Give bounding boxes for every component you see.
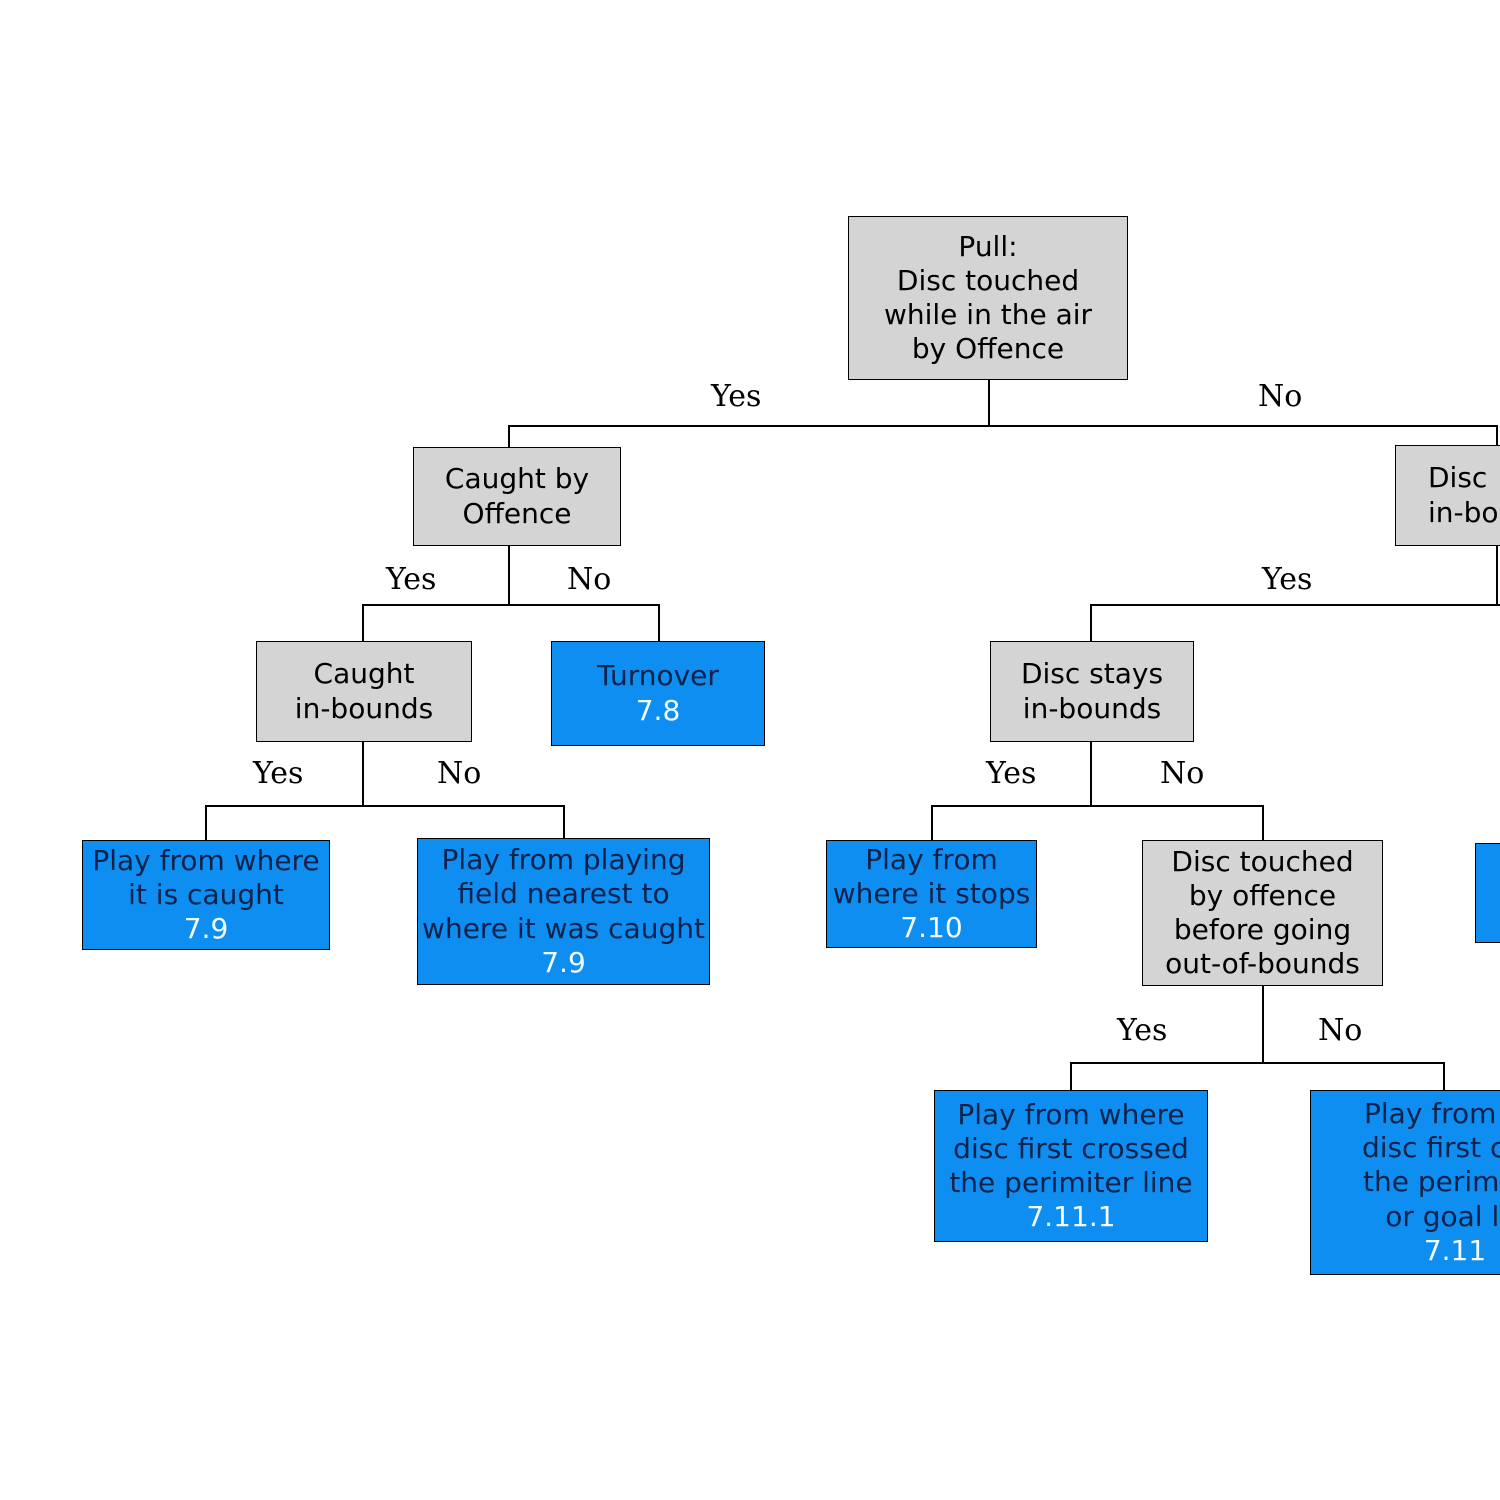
node-play-where-stops[interactable]: Play from where it stops 7.10 <box>826 840 1037 948</box>
node-play-where-caught-line-2: it is caught <box>128 877 284 911</box>
node-play-where-stops-rule: 7.10 <box>900 911 963 945</box>
node-root-line-3: while in the air <box>883 298 1093 331</box>
connector-caught-inbounds-bus <box>205 805 565 807</box>
node-caught-by-offence[interactable]: Caught by Offence <box>413 447 621 546</box>
connector-to-turnover <box>658 604 660 642</box>
node-caught-inbounds-line-2: in-bounds <box>294 691 434 725</box>
connector-to-play-where-caught <box>205 805 207 841</box>
node-play-crossed-perimeter-rule: 7.11.1 <box>1026 1200 1116 1234</box>
node-caught-by-offence-line-1: Caught by <box>444 462 590 496</box>
node-disc-touched-before-oob-line-1: Disc touched <box>1171 844 1354 878</box>
node-play-crossed-perimeter-or-goal-rule: 7.11 <box>1423 1233 1487 1267</box>
node-disc-touched-before-oob-line-3: before going <box>1173 913 1352 946</box>
connector-disc-stays-stem <box>1090 742 1092 805</box>
connector-disc-lands-stem <box>1496 546 1498 604</box>
connector-to-disc-stays-inbounds <box>1090 604 1092 642</box>
connector-touched-before-oob-stem <box>1262 986 1264 1062</box>
edge-label-disc-lands-yes: Yes <box>1262 562 1313 597</box>
edge-label-touched-before-oob-yes: Yes <box>1117 1013 1168 1048</box>
node-play-where-caught-rule: 7.9 <box>183 912 229 946</box>
connector-to-caught-inbounds <box>362 604 364 642</box>
edge-label-caught-by-offence-no: No <box>567 562 612 597</box>
node-disc-stays-inbounds-line-1: Disc stays <box>1020 657 1164 691</box>
flowchart-canvas: Pull: Disc touched while in the air by O… <box>0 0 1500 1500</box>
node-caught-inbounds[interactable]: Caught in-bounds <box>256 641 472 742</box>
node-disc-stays-inbounds[interactable]: Disc stays in-bounds <box>990 641 1194 742</box>
node-play-crossed-perimeter-line-1: Play from where <box>957 1097 1185 1131</box>
node-play-crossed-perimeter-or-goal[interactable]: Play from wh disc first cros the perimit… <box>1310 1090 1500 1275</box>
node-clipped-outcome-right[interactable] <box>1475 843 1500 943</box>
node-play-crossed-perimeter-or-goal-line-1: Play from wh <box>1364 1097 1500 1131</box>
node-root-line-4: by Offence <box>911 332 1065 366</box>
node-disc-lands-inbounds[interactable]: Disc in-bo <box>1395 445 1500 546</box>
node-disc-touched-before-oob-line-2: by offence <box>1188 878 1337 912</box>
connector-to-play-field-nearest <box>563 805 565 839</box>
edge-label-caught-by-offence-yes: Yes <box>386 562 437 597</box>
node-play-crossed-perimeter-or-goal-line-3: the perimiter <box>1363 1165 1500 1199</box>
node-root-line-2: Disc touched <box>896 263 1080 297</box>
connector-root-bus <box>508 425 1498 427</box>
node-root-line-1: Pull: <box>958 229 1018 263</box>
node-disc-lands-inbounds-line-1: Disc <box>1428 461 1488 495</box>
node-disc-touched-before-oob[interactable]: Disc touched by offence before going out… <box>1142 840 1383 986</box>
edge-label-caught-inbounds-no: No <box>437 756 482 791</box>
node-disc-lands-inbounds-line-2: in-bo <box>1428 495 1499 529</box>
edge-label-root-no: No <box>1258 379 1303 414</box>
edge-label-disc-stays-no: No <box>1160 756 1205 791</box>
connector-caught-by-offence-bus <box>362 604 660 606</box>
connector-root-to-caught-by-offence <box>508 425 510 447</box>
node-turnover-rule: 7.8 <box>635 693 681 727</box>
connector-to-play-where-stops <box>931 805 933 841</box>
connector-root-to-disc-lands <box>1496 425 1498 447</box>
node-turnover-line-1: Turnover <box>597 659 719 693</box>
node-play-where-stops-line-1: Play from <box>865 842 998 876</box>
node-play-where-stops-line-2: where it stops <box>832 876 1031 910</box>
node-play-field-nearest-line-3: where it was caught <box>422 911 705 945</box>
node-turnover[interactable]: Turnover 7.8 <box>551 641 765 746</box>
connector-disc-stays-bus <box>931 805 1264 807</box>
node-play-crossed-perimeter-or-goal-line-2: disc first cros <box>1361 1131 1500 1165</box>
node-disc-touched-before-oob-line-4: out-of-bounds <box>1165 947 1360 981</box>
node-play-field-nearest-rule: 7.9 <box>541 945 586 979</box>
edge-label-caught-inbounds-yes: Yes <box>253 756 304 791</box>
connector-touched-before-oob-bus <box>1070 1062 1445 1064</box>
connector-disc-lands-bus <box>1090 604 1500 606</box>
node-play-where-caught[interactable]: Play from where it is caught 7.9 <box>82 840 330 950</box>
connector-to-disc-touched-before-oob <box>1262 805 1264 841</box>
connector-to-play-crossed-perimeter <box>1070 1062 1072 1091</box>
connector-caught-by-offence-stem <box>508 546 510 604</box>
node-disc-stays-inbounds-line-2: in-bounds <box>1022 691 1162 725</box>
node-play-crossed-perimeter-line-2: disc first crossed <box>953 1131 1189 1165</box>
node-play-crossed-perimeter-or-goal-line-4: or goal lin <box>1385 1199 1500 1233</box>
node-play-field-nearest-line-2: field nearest to <box>457 877 670 911</box>
node-play-crossed-perimeter-line-3: the perimiter line <box>949 1166 1193 1199</box>
node-caught-by-offence-line-2: Offence <box>462 496 572 530</box>
node-root[interactable]: Pull: Disc touched while in the air by O… <box>848 216 1128 380</box>
node-caught-inbounds-line-1: Caught <box>313 657 415 691</box>
edge-label-root-yes: Yes <box>711 379 762 414</box>
node-play-field-nearest-line-1: Play from playing <box>441 843 686 877</box>
node-play-field-nearest[interactable]: Play from playing field nearest to where… <box>417 838 710 985</box>
connector-to-play-crossed-perimeter-or-goal <box>1443 1062 1445 1091</box>
node-play-where-caught-line-1: Play from where <box>92 843 320 877</box>
connector-root-stem <box>988 380 990 426</box>
connector-caught-inbounds-stem <box>362 742 364 805</box>
node-play-crossed-perimeter[interactable]: Play from where disc first crossed the p… <box>934 1090 1208 1242</box>
edge-label-touched-before-oob-no: No <box>1318 1013 1363 1048</box>
edge-label-disc-stays-yes: Yes <box>986 756 1037 791</box>
